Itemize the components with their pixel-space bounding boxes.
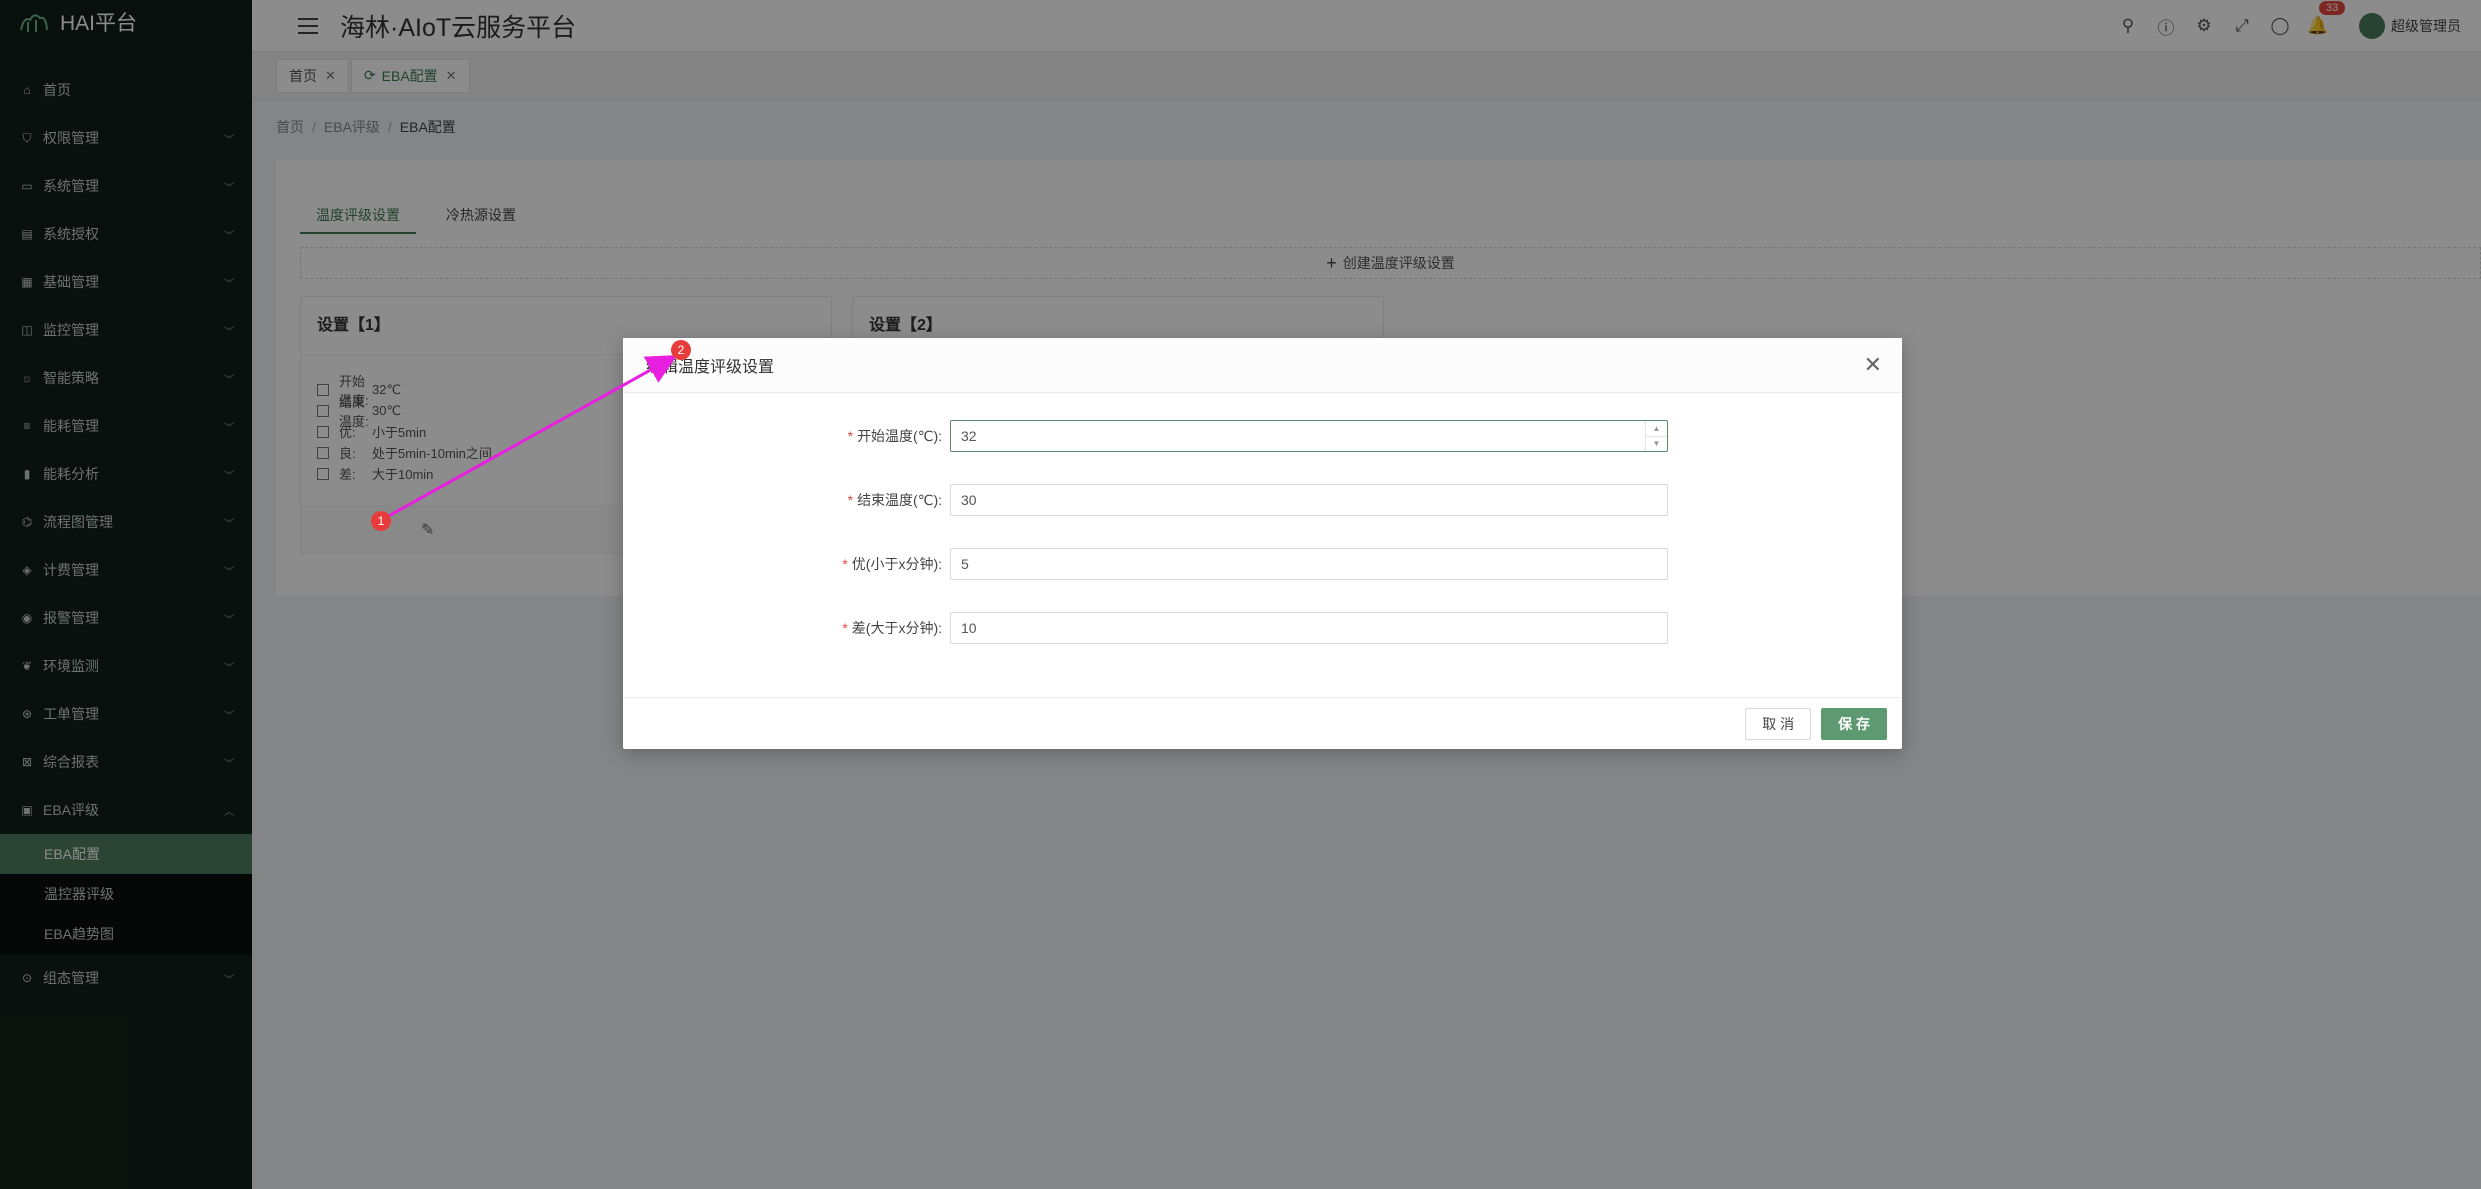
form-row: * 开始温度(℃): 32 ▲ ▼ (623, 420, 1668, 452)
edit-dialog: 编辑温度评级设置 ✕ * 开始温度(℃): 32 ▲ ▼ * 结束温度(℃): 30… (623, 338, 1902, 749)
number-stepper[interactable]: ▲ ▼ (1645, 421, 1667, 451)
form-row: * 优(小于x分钟): 5 (623, 548, 1668, 580)
close-icon[interactable]: ✕ (1864, 352, 1882, 378)
decrement-icon[interactable]: ▼ (1646, 437, 1667, 452)
dialog-title: 编辑温度评级设置 (646, 359, 775, 376)
cancel-button[interactable]: 取 消 (1745, 707, 1812, 740)
save-button[interactable]: 保 存 (1821, 707, 1887, 740)
excellent-minutes-input[interactable]: 5 (950, 548, 1668, 580)
end-temperature-input[interactable]: 30 (950, 484, 1668, 516)
field-label: 优(小于x分钟): (851, 556, 942, 572)
field-value: 30 (961, 492, 977, 508)
field-value: 10 (961, 620, 977, 636)
increment-icon[interactable]: ▲ (1646, 421, 1667, 437)
annotation-marker-2: 2 (671, 340, 691, 360)
field-label: 开始温度(℃): (857, 428, 942, 444)
field-value: 32 (961, 428, 977, 444)
field-label: 差(大于x分钟): (851, 620, 942, 636)
annotation-marker-1: 1 (371, 511, 391, 531)
form-row: * 结束温度(℃): 30 (623, 484, 1668, 516)
field-value: 5 (961, 556, 969, 572)
start-temperature-input[interactable]: 32 ▲ ▼ (950, 420, 1668, 452)
poor-minutes-input[interactable]: 10 (950, 612, 1668, 644)
field-label: 结束温度(℃): (857, 492, 942, 508)
form-row: * 差(大于x分钟): 10 (623, 612, 1668, 644)
